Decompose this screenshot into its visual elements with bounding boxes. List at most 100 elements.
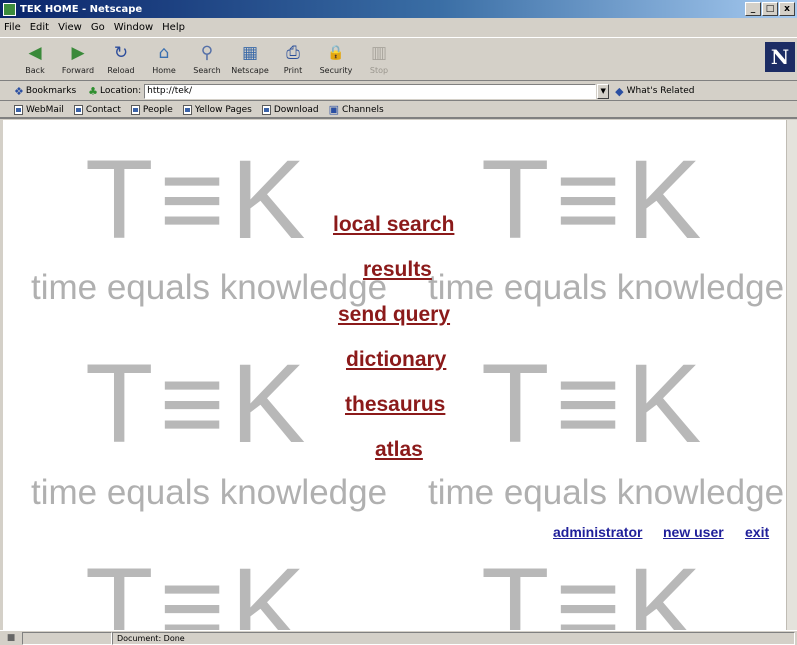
tek-logo-watermark: T≡K xyxy=(85,545,312,631)
netscape-app-icon xyxy=(3,2,16,16)
link-download[interactable]: Download xyxy=(261,104,319,115)
page-proxy-icon[interactable]: ♣ xyxy=(88,85,98,98)
stop-label: Stop xyxy=(369,66,389,75)
window-titlebar: TEK HOME - Netscape _ □ x xyxy=(0,0,797,18)
status-text: Document: Done xyxy=(112,631,795,645)
home-label: Home xyxy=(152,66,176,75)
link-people-label: People xyxy=(142,104,173,115)
maximize-button[interactable]: □ xyxy=(762,2,778,16)
location-label: ♣ Location: xyxy=(88,85,141,98)
link-contact[interactable]: Contact xyxy=(73,104,121,115)
page-icon xyxy=(182,104,192,115)
send-query-link[interactable]: send query xyxy=(338,303,450,327)
local-search-link[interactable]: local search xyxy=(333,213,454,237)
forward-arrow-icon: ▶ xyxy=(71,42,85,63)
link-yellow-pages[interactable]: Yellow Pages xyxy=(182,104,252,115)
bookmarks-button[interactable]: ❖ Bookmarks xyxy=(14,85,76,98)
tek-logo-watermark: T≡K xyxy=(481,545,708,631)
page-viewport: T≡K T≡K time equals knowledge time equal… xyxy=(3,120,786,630)
whats-related-label: What's Related xyxy=(626,86,695,96)
link-webmail-label: WebMail xyxy=(26,104,64,115)
search-button[interactable]: ⚲ Search xyxy=(186,40,228,75)
security-button[interactable]: 🔒 Security xyxy=(315,40,357,75)
link-people[interactable]: People xyxy=(130,104,173,115)
new-user-link[interactable]: new user xyxy=(663,524,724,540)
link-channels-label: Channels xyxy=(342,104,384,115)
reload-button[interactable]: ↻ Reload xyxy=(100,40,142,75)
tek-logo-watermark: T≡K xyxy=(481,341,708,466)
vertical-scrollbar[interactable] xyxy=(786,120,797,630)
back-button[interactable]: ◀ Back xyxy=(14,40,56,75)
minimize-button[interactable]: _ xyxy=(745,2,761,16)
page-icon xyxy=(130,104,140,115)
administrator-link[interactable]: administrator xyxy=(553,524,642,540)
reload-label: Reload xyxy=(107,66,135,75)
stop-button[interactable]: ▥ Stop xyxy=(358,40,400,75)
page-icon xyxy=(73,104,83,115)
back-label: Back xyxy=(25,66,45,75)
menu-window[interactable]: Window xyxy=(114,22,153,33)
home-button[interactable]: ⌂ Home xyxy=(143,40,185,75)
results-link[interactable]: results xyxy=(363,258,432,282)
url-input[interactable] xyxy=(144,83,597,99)
link-download-label: Download xyxy=(273,104,319,115)
exit-link[interactable]: exit xyxy=(745,524,769,540)
bookmarks-label: Bookmarks xyxy=(25,86,77,96)
window-title: TEK HOME - Netscape xyxy=(20,3,143,15)
print-icon: ⎙ xyxy=(286,42,300,63)
tek-logo-watermark: T≡K xyxy=(481,137,708,262)
tagline-watermark: time equals knowledge xyxy=(428,268,785,307)
print-button[interactable]: ⎙ Print xyxy=(272,40,314,75)
link-channels[interactable]: ▣ Channels xyxy=(329,103,384,116)
search-label: Search xyxy=(193,66,221,75)
close-button[interactable]: x xyxy=(779,2,795,16)
menu-bar: File Edit View Go Window Help xyxy=(0,19,797,36)
bookmarks-icon: ❖ xyxy=(14,84,24,98)
tagline-watermark: time equals knowledge xyxy=(428,473,785,512)
forward-button[interactable]: ▶ Forward xyxy=(57,40,99,75)
home-icon: ⌂ xyxy=(158,42,170,63)
menu-edit[interactable]: Edit xyxy=(30,22,49,33)
netscape-icon: ▦ xyxy=(241,42,259,63)
link-contact-label: Contact xyxy=(85,104,121,115)
tek-logo-watermark: T≡K xyxy=(85,341,312,466)
location-label-text: Location: xyxy=(100,86,142,96)
print-label: Print xyxy=(283,66,303,75)
navigation-toolbar: ◀ Back ▶ Forward ↻ Reload ⌂ Home ⚲ Searc… xyxy=(0,37,797,81)
menu-help[interactable]: Help xyxy=(162,22,185,33)
netscape-button[interactable]: ▦ Netscape xyxy=(229,40,271,75)
whats-related-button[interactable]: ◆ What's Related xyxy=(615,85,694,98)
status-progress-pane xyxy=(22,631,112,645)
tagline-watermark: time equals knowledge xyxy=(31,473,388,512)
search-icon: ⚲ xyxy=(200,42,214,63)
reload-icon: ↻ xyxy=(113,42,129,63)
menu-view[interactable]: View xyxy=(58,22,82,33)
security-label: Security xyxy=(319,66,353,75)
dictionary-link[interactable]: dictionary xyxy=(346,348,446,372)
channels-icon: ▣ xyxy=(328,103,340,116)
netscape-label: Netscape xyxy=(231,66,269,75)
whats-related-icon: ◆ xyxy=(615,84,624,98)
location-toolbar: ❖ Bookmarks ♣ Location: ▼ ◆ What's Relat… xyxy=(0,82,797,101)
chevron-down-icon: ▼ xyxy=(600,87,606,95)
security-lock-icon[interactable]: ■ xyxy=(0,633,22,643)
atlas-link[interactable]: atlas xyxy=(375,438,423,462)
page-icon xyxy=(261,104,271,115)
window-controls: _ □ x xyxy=(745,2,795,16)
personal-toolbar: WebMail Contact People Yellow Pages Down… xyxy=(0,102,797,119)
page-icon xyxy=(14,104,23,115)
menu-file[interactable]: File xyxy=(4,22,21,33)
forward-label: Forward xyxy=(61,66,95,75)
security-icon: 🔒 xyxy=(327,45,345,61)
thesaurus-link[interactable]: thesaurus xyxy=(345,393,445,417)
back-arrow-icon: ◀ xyxy=(28,42,42,63)
tagline-watermark: time equals knowledge xyxy=(31,268,388,307)
link-webmail[interactable]: WebMail xyxy=(14,104,64,115)
url-dropdown-button[interactable]: ▼ xyxy=(597,83,610,99)
tek-logo-watermark: T≡K xyxy=(85,137,312,262)
netscape-logo[interactable]: N xyxy=(765,42,795,72)
menu-go[interactable]: Go xyxy=(91,22,105,33)
status-bar: ■ Document: Done xyxy=(0,630,797,645)
stop-icon: ▥ xyxy=(370,42,388,63)
link-yellow-pages-label: Yellow Pages xyxy=(194,104,252,115)
